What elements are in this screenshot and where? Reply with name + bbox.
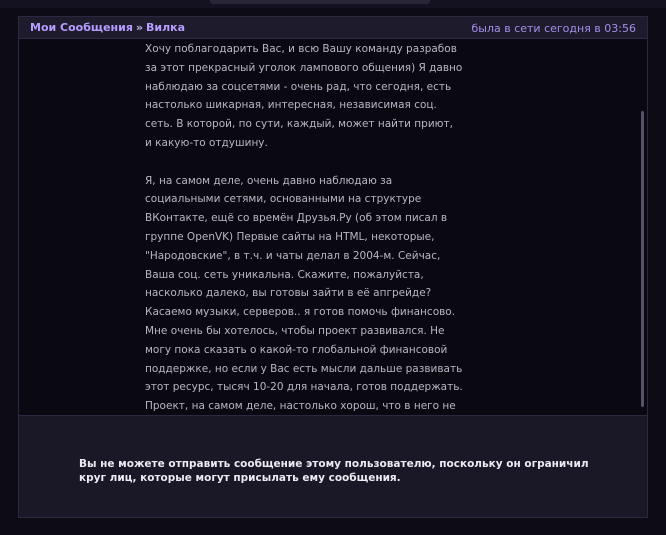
breadcrumb-user-link[interactable]: Вилка: [146, 21, 185, 34]
message-paragraph: Я, на самом деле, очень давно наблюдаю з…: [145, 174, 463, 413]
window-top-strip: [0, 0, 666, 8]
scrollbar-thumb[interactable]: [641, 111, 644, 407]
message-paragraph: Хочу поблагодарить Вас, и всю Вашу коман…: [145, 43, 463, 149]
conversation-header: Мои Сообщения» Вилка была в сети сегодня …: [19, 17, 647, 39]
online-status: была в сети сегодня в 03:56: [471, 22, 636, 35]
breadcrumb: Мои Сообщения» Вилка: [30, 21, 185, 34]
message-scrollbar[interactable]: [641, 39, 646, 414]
message-body: Хочу поблагодарить Вас, и всю Вашу коман…: [145, 40, 463, 414]
breadcrumb-separator: »: [135, 21, 144, 34]
compose-area: Вы не можете отправить сообщение этому п…: [19, 415, 647, 517]
message-history[interactable]: Хочу поблагодарить Вас, и всю Вашу коман…: [19, 39, 647, 414]
cannot-send-notice: Вы не можете отправить сообщение этому п…: [79, 458, 589, 484]
conversation-panel: Мои Сообщения» Вилка была в сети сегодня …: [18, 16, 648, 518]
breadcrumb-my-messages-link[interactable]: Мои Сообщения: [30, 21, 133, 34]
top-tab: [210, 0, 430, 4]
